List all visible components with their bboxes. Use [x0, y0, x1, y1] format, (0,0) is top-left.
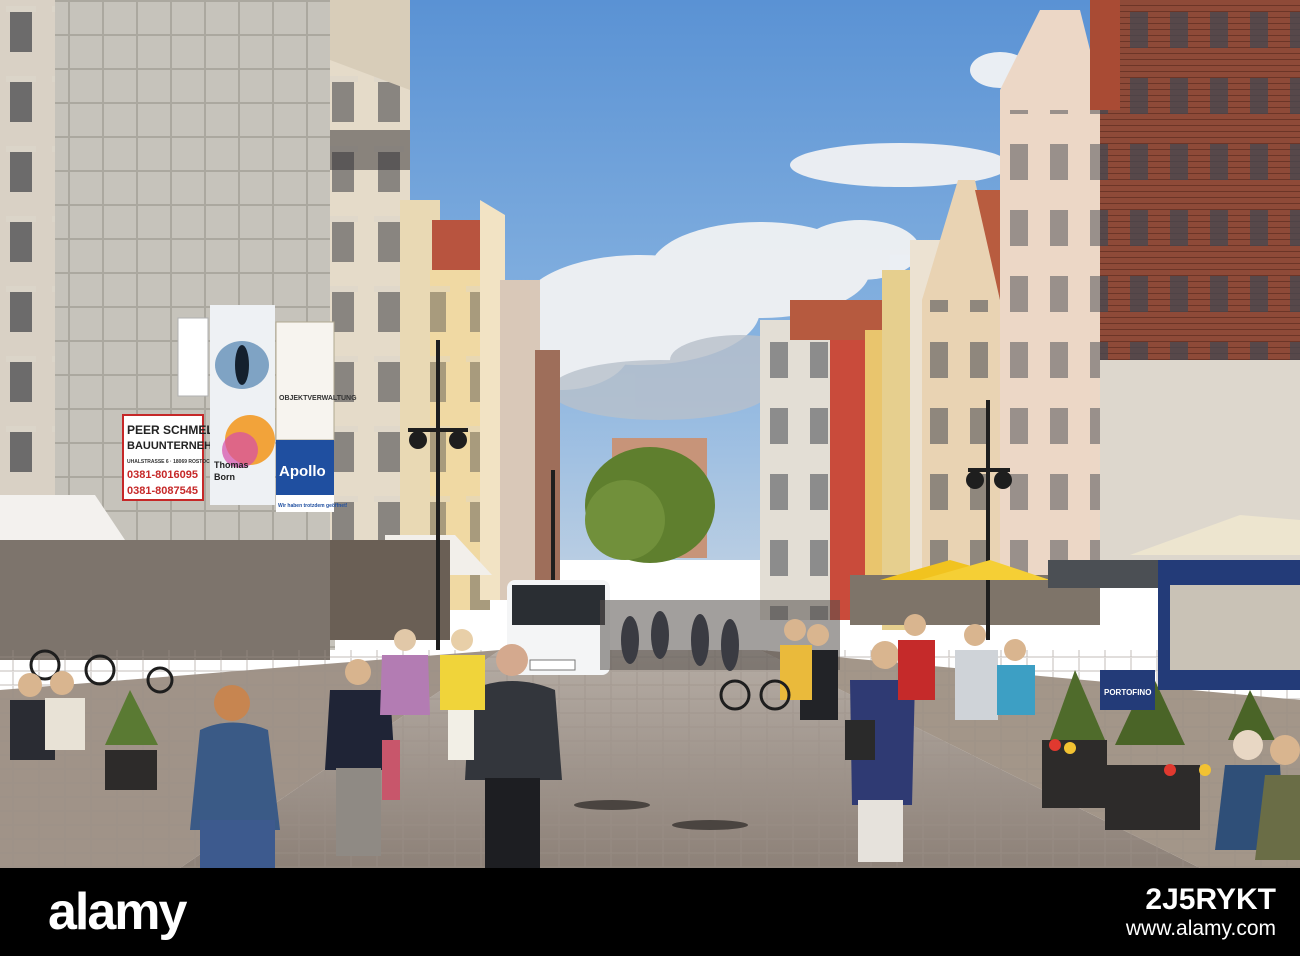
- kiosk-sign: PORTOFINO: [1104, 688, 1151, 697]
- contractor-phone2: 0381-8087545: [127, 485, 198, 497]
- contractor-address: UHALSTRASSE 6 · 18069 ROSTOCK: [127, 459, 214, 465]
- alamy-logo-text: alamy: [48, 883, 187, 941]
- eye-banner-name2: Born: [214, 472, 235, 482]
- contractor-phone1: 0381-8016095: [127, 469, 198, 481]
- watermark-bar: alamy 2J5RYKT www.alamy.com: [0, 868, 1300, 956]
- alamy-logo[interactable]: alamy: [48, 883, 187, 941]
- image-id: 2J5RYKT: [1145, 883, 1276, 916]
- apollo-sign: Apollo: [279, 463, 326, 480]
- apollo-slogan: Wir haben trotzdem geöffnet!: [278, 503, 348, 509]
- street-photo: PEER SCHMELZER BAUUNTERNEHMEN UHALSTRASS…: [0, 0, 1300, 868]
- objekt-banner: OBJEKTVERWALTUNG: [279, 395, 357, 402]
- site-url[interactable]: www.alamy.com: [1126, 916, 1276, 942]
- eye-banner-name: Thomas: [214, 460, 249, 470]
